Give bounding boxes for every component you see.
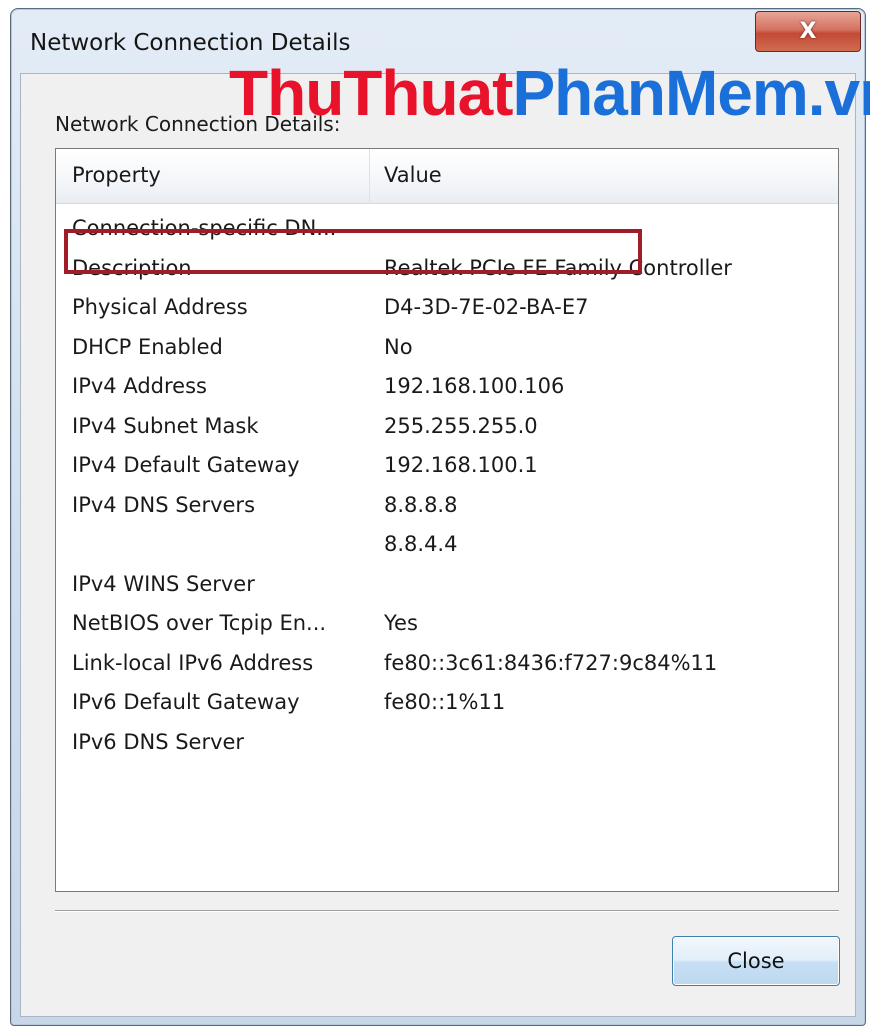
close-icon: X <box>799 19 817 44</box>
separator <box>55 910 839 912</box>
table-row[interactable]: NetBIOS over Tcpip En... Yes <box>56 605 838 645</box>
physical-address-highlight <box>64 229 642 274</box>
column-header-value[interactable]: Value <box>384 163 442 187</box>
value-cell: 192.168.100.106 <box>384 374 565 398</box>
table-row[interactable]: IPv6 Default Gateway fe80::1%11 <box>56 684 838 724</box>
dialog-body: Network Connection Details: Property Val… <box>20 73 856 1017</box>
property-cell: IPv4 Address <box>72 374 207 398</box>
table-row[interactable]: IPv4 Address 192.168.100.106 <box>56 368 838 408</box>
list-header: Property Value <box>56 149 838 204</box>
table-row[interactable]: Physical Address D4-3D-7E-02-BA-E7 <box>56 289 838 329</box>
property-cell: IPv4 Subnet Mask <box>72 413 259 438</box>
column-header-property[interactable]: Property <box>72 163 161 187</box>
value-cell: D4-3D-7E-02-BA-E7 <box>384 295 589 319</box>
value-cell: Yes <box>384 611 418 635</box>
table-row[interactable]: IPv4 DNS Servers 8.8.8.8 <box>56 487 838 527</box>
property-cell: Physical Address <box>72 295 248 319</box>
table-row[interactable]: IPv4 WINS Server <box>56 566 838 606</box>
value-cell: fe80::3c61:8436:f727:9c84%11 <box>384 650 718 675</box>
watermark-part1: ThuThuat <box>229 57 513 129</box>
property-cell: IPv4 Default Gateway <box>72 453 300 477</box>
property-cell: DHCP Enabled <box>72 334 223 359</box>
value-cell: 8.8.4.4 <box>384 532 458 556</box>
property-cell: IPv4 WINS Server <box>72 571 255 596</box>
table-row[interactable]: DHCP Enabled No <box>56 329 838 369</box>
value-cell: 192.168.100.1 <box>384 453 538 477</box>
value-cell: 8.8.8.8 <box>384 492 458 517</box>
table-row[interactable]: Link-local IPv6 Address fe80::3c61:8436:f… <box>56 645 838 685</box>
property-cell: IPv6 DNS Server <box>72 729 245 754</box>
network-connection-details-window: Network Connection Details X Network Con… <box>10 8 870 1026</box>
table-row[interactable]: IPv4 Default Gateway 192.168.100.1 <box>56 447 838 487</box>
property-cell: IPv6 Default Gateway <box>72 690 300 714</box>
column-divider[interactable] <box>369 149 370 204</box>
window-close-button[interactable]: X <box>755 11 861 52</box>
property-cell: IPv4 DNS Servers <box>72 492 256 517</box>
value-cell: No <box>384 334 413 359</box>
details-list[interactable]: Property Value Connection-specific DN...… <box>55 148 839 892</box>
property-cell: Link-local IPv6 Address <box>72 650 314 675</box>
value-cell: fe80::1%11 <box>384 690 506 714</box>
table-row[interactable]: IPv4 Subnet Mask 255.255.255.0 <box>56 408 838 448</box>
watermark-part2: PhanMem.vn <box>512 57 870 129</box>
close-button[interactable]: Close <box>672 936 840 986</box>
watermark: ThuThuatPhanMem.vn <box>229 61 870 125</box>
property-cell: NetBIOS over Tcpip En... <box>72 611 327 635</box>
window-title: Network Connection Details <box>30 30 351 56</box>
table-row[interactable]: IPv6 DNS Server <box>56 724 838 764</box>
value-cell: 255.255.255.0 <box>384 413 538 438</box>
list-rows: Connection-specific DN... Description Real… <box>56 210 838 763</box>
table-row[interactable]: 8.8.4.4 <box>56 526 838 566</box>
